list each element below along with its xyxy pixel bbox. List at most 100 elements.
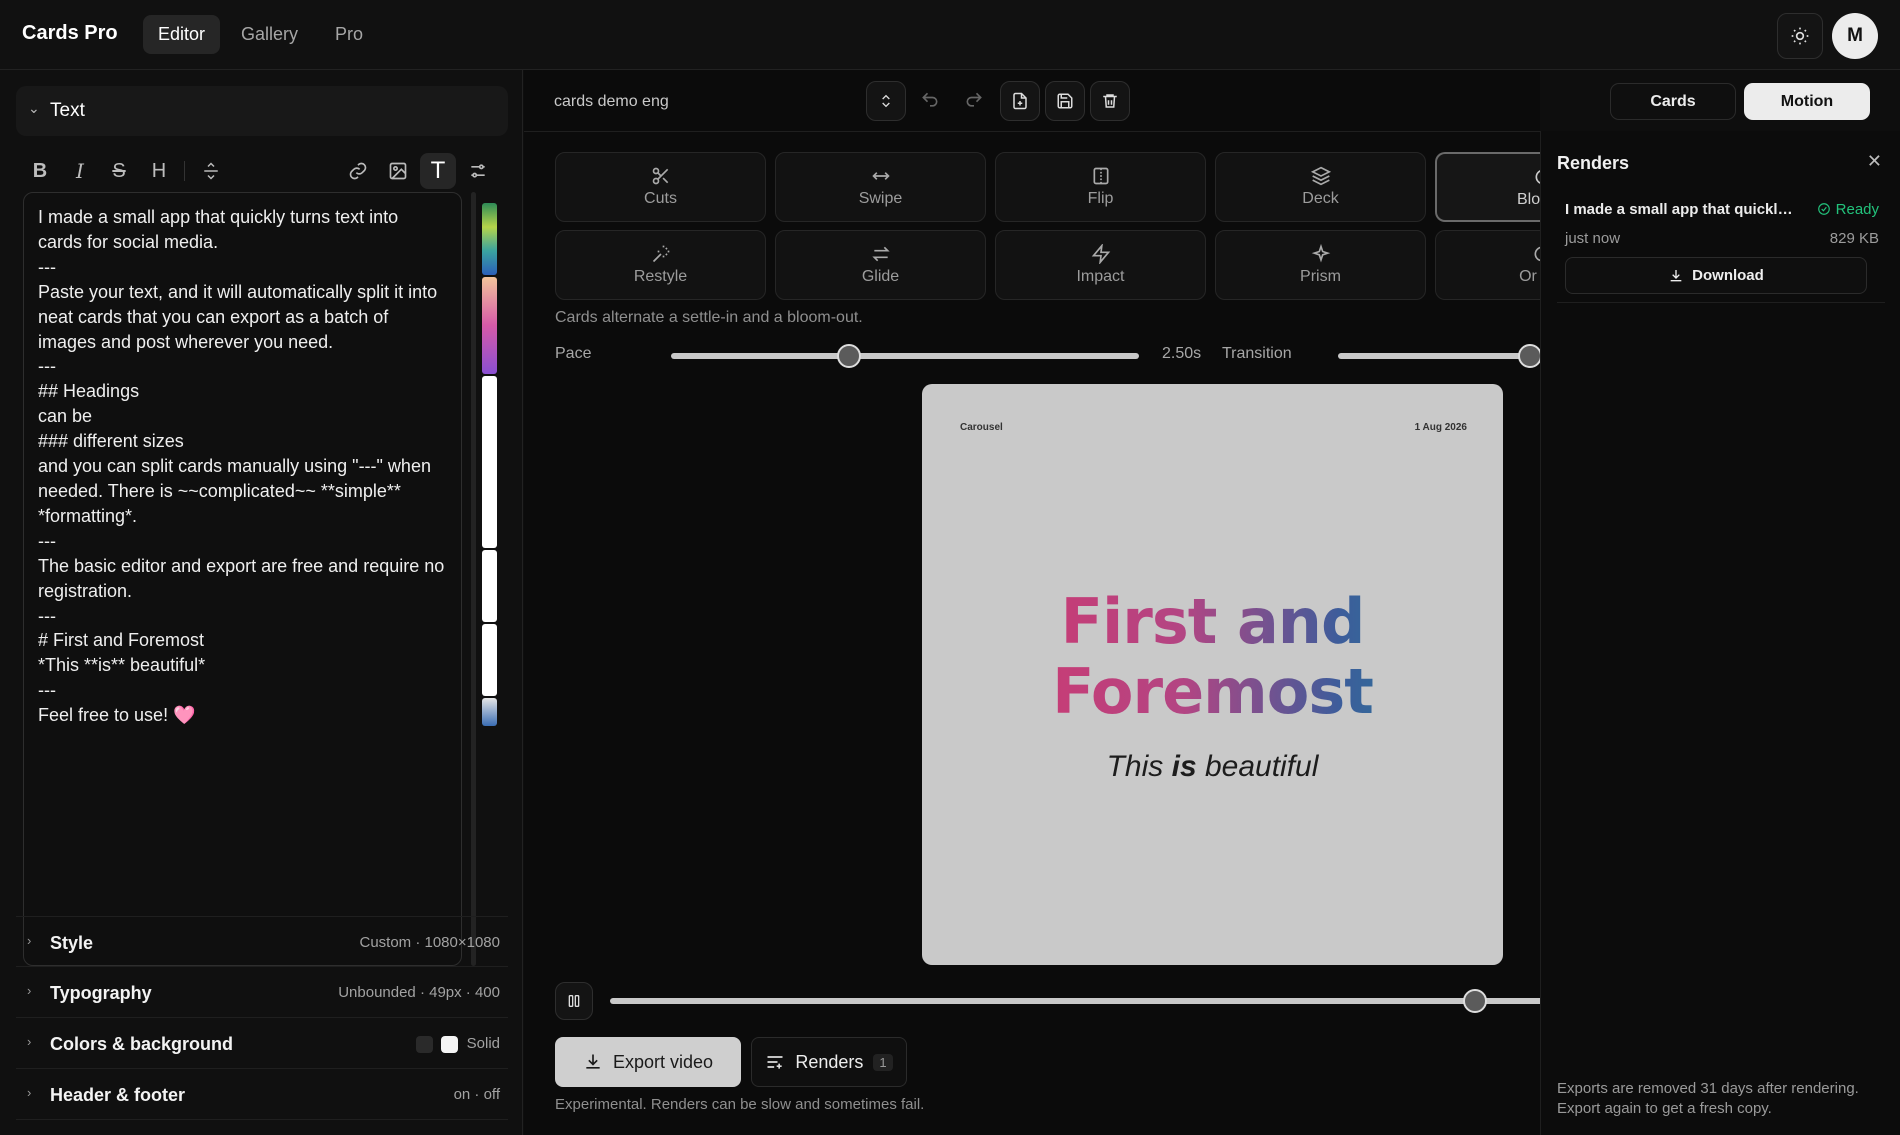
effect-bloom[interactable]: Blo — [1435, 152, 1551, 222]
strikethrough-icon: S — [112, 159, 126, 182]
italic-button[interactable]: I — [62, 153, 98, 189]
preview-subtitle-text: This — [1106, 750, 1172, 783]
card-thumbnail[interactable] — [482, 203, 497, 275]
save-button[interactable] — [1045, 81, 1085, 121]
document-switcher-button[interactable] — [866, 81, 906, 121]
card-thumbnail[interactable] — [482, 550, 497, 622]
effect-label: Cuts — [644, 190, 677, 207]
chevron-right-icon: › — [27, 1034, 32, 1049]
timeline-scrubber[interactable] — [610, 989, 1540, 1013]
pace-slider[interactable] — [671, 344, 1139, 368]
effect-restyle[interactable]: Restyle — [555, 230, 766, 300]
card-thumbnail[interactable] — [482, 277, 497, 374]
bold-button[interactable]: B — [22, 153, 58, 189]
pause-icon — [568, 995, 580, 1007]
effect-flip[interactable]: Flip — [995, 152, 1206, 222]
card-thumbnail[interactable] — [482, 376, 497, 548]
effect-label: Or — [1519, 268, 1537, 285]
accordion-style[interactable]: › Style Custom · 1080×1080 — [16, 916, 508, 967]
download-icon — [586, 1054, 600, 1069]
download-button[interactable]: Download — [1565, 257, 1867, 294]
bold-icon: B — [32, 159, 48, 182]
accordion-typography[interactable]: › Typography Unbounded · 49px · 400 — [16, 967, 508, 1018]
accordion-colors-label: Colors & background — [50, 1034, 234, 1054]
tab-gallery[interactable]: Gallery — [226, 15, 313, 54]
delete-button[interactable] — [1090, 81, 1130, 121]
text-section-title: Text — [50, 100, 85, 121]
transition-label: Transition — [1222, 345, 1292, 362]
background-swatch[interactable] — [416, 1036, 433, 1053]
pace-value: 2.50s — [1162, 345, 1202, 362]
effect-prism[interactable]: Prism — [1215, 230, 1426, 300]
effect-label: Blo — [1517, 191, 1541, 208]
transition-slider[interactable] — [1338, 344, 1542, 368]
editor-scrollbar[interactable] — [471, 192, 476, 966]
theme-toggle-button[interactable] — [1777, 13, 1823, 59]
renders-button[interactable]: Renders 1 — [751, 1037, 907, 1087]
check-circle-icon — [1818, 203, 1831, 215]
render-status-text: Ready — [1835, 201, 1879, 218]
strikethrough-button[interactable]: S — [101, 153, 137, 189]
preview-subtitle-text: beautiful — [1196, 750, 1319, 783]
pace-label: Pace — [555, 345, 592, 362]
export-video-button[interactable]: Export video — [555, 1037, 741, 1087]
heading-button[interactable]: H — [141, 153, 177, 189]
accordion-header-footer[interactable]: › Header & footer on · off — [16, 1069, 508, 1120]
app-title: Cards Pro — [22, 22, 118, 44]
accordion-style-label: Style — [50, 933, 94, 953]
renders-panel-title: Renders — [1557, 153, 1630, 173]
redo-button[interactable] — [964, 90, 994, 114]
accordion-colors-value: Solid — [466, 1035, 500, 1052]
avatar[interactable]: M — [1832, 13, 1878, 59]
timeline-handle[interactable] — [1462, 989, 1487, 1013]
pause-button[interactable] — [555, 982, 593, 1020]
card-thumbnail[interactable] — [482, 698, 497, 726]
effect-swipe[interactable]: Swipe — [775, 152, 986, 222]
effect-deck[interactable]: Deck — [1215, 152, 1426, 222]
transition-slider-handle[interactable] — [1517, 344, 1542, 368]
document-name[interactable]: cards demo eng — [554, 93, 669, 111]
accordion-colors[interactable]: › Colors & background Solid — [16, 1018, 508, 1069]
sliders-icon — [471, 164, 485, 178]
image-button[interactable] — [380, 153, 416, 189]
renders-count-badge: 1 — [873, 1053, 893, 1071]
preview-subtitle: This is beautiful — [922, 750, 1503, 784]
new-document-button[interactable] — [1000, 81, 1040, 121]
flip-icon — [1093, 167, 1108, 185]
renders-footer-note: Exports are removed 31 days after render… — [1557, 1080, 1859, 1117]
mode-cards[interactable]: Cards — [1610, 83, 1736, 120]
card-thumbnail[interactable] — [482, 624, 497, 696]
pace-slider-handle[interactable] — [836, 344, 861, 368]
effect-glide[interactable]: Glide — [775, 230, 986, 300]
effect-orbit[interactable]: Or — [1435, 230, 1550, 300]
effect-impact[interactable]: Impact — [995, 230, 1206, 300]
download-icon — [1670, 269, 1682, 281]
top-bar: Cards Pro Editor Gallery Pro M — [0, 0, 1900, 70]
text-mode-button[interactable]: T — [420, 153, 456, 189]
arrows-horizontal-icon — [871, 172, 890, 180]
effect-label: Glide — [861, 268, 900, 285]
effect-cuts[interactable]: Cuts — [555, 152, 766, 222]
layers-icon — [1310, 166, 1331, 186]
effect-label: Swipe — [858, 190, 903, 207]
mode-motion[interactable]: Motion — [1744, 83, 1870, 120]
effect-label: Impact — [1076, 268, 1125, 285]
card-split-button[interactable] — [193, 153, 229, 189]
export-video-label: Export video — [612, 1051, 714, 1072]
text-swatch[interactable] — [441, 1036, 458, 1053]
text-section-header[interactable]: ⌄ Text — [16, 86, 508, 136]
link-button[interactable] — [340, 153, 376, 189]
download-label: Download — [1692, 267, 1764, 284]
chevrons-up-down-icon — [882, 94, 890, 108]
settings-button[interactable] — [460, 153, 496, 189]
text-editor[interactable]: I made a small app that quickly turns te… — [23, 192, 462, 966]
tab-pro[interactable]: Pro — [320, 15, 378, 54]
close-icon[interactable]: ✕ — [1867, 151, 1882, 172]
render-status: Ready — [1817, 201, 1879, 218]
tab-editor[interactable]: Editor — [143, 15, 221, 54]
render-time: just now — [1565, 230, 1621, 247]
undo-button[interactable] — [920, 90, 950, 114]
scissors-icon — [652, 167, 668, 185]
text-icon: T — [431, 158, 445, 184]
save-icon — [1057, 93, 1073, 109]
